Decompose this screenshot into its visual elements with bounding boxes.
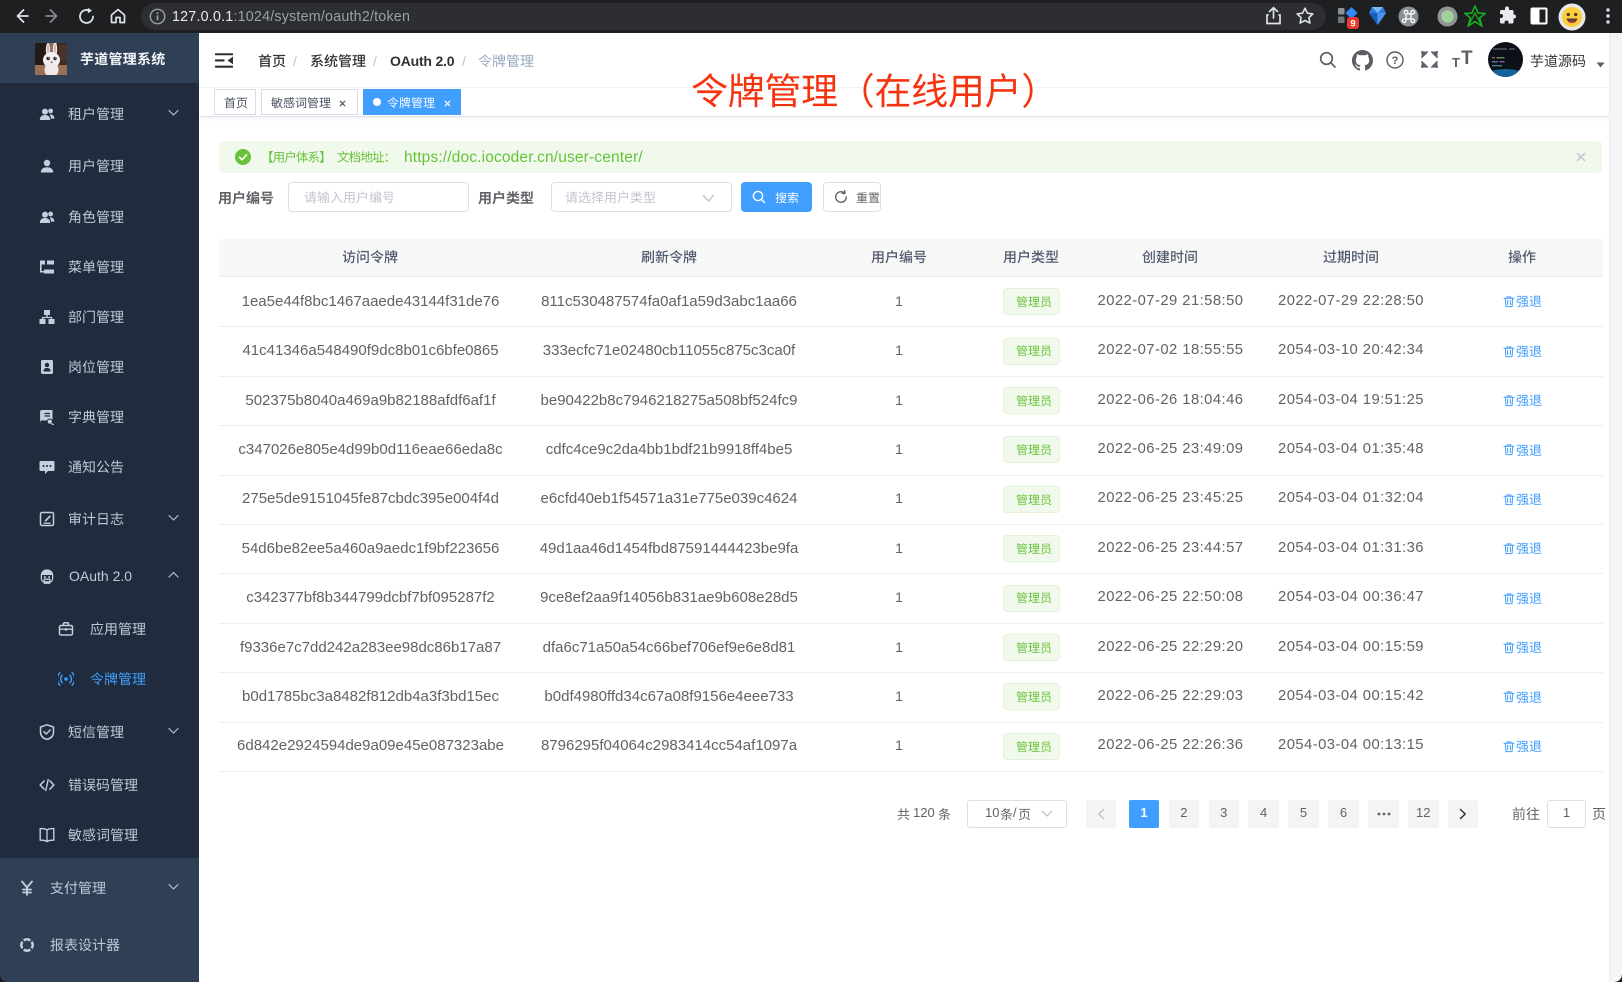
svg-text:9: 9 [1350,18,1355,29]
svg-text:?: ? [1392,55,1399,67]
